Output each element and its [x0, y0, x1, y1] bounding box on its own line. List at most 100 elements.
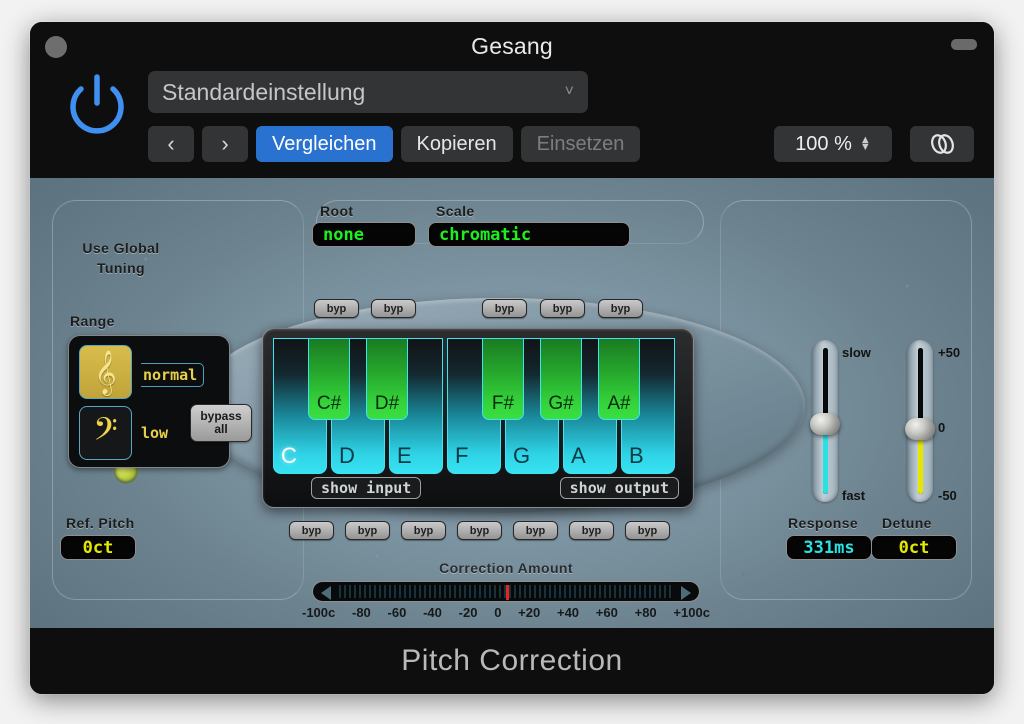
response-slider[interactable]: [810, 340, 840, 502]
preset-value: Standardeinstellung: [162, 78, 366, 105]
range-option-normal-button[interactable]: 𝄞: [79, 345, 132, 399]
key-d-sharp-label: D#: [374, 393, 400, 414]
stepper-arrows-icon: ▲ ▼: [859, 134, 871, 153]
byp-button-dsharp[interactable]: byp: [371, 299, 416, 318]
zoom-value: 100 %: [795, 132, 852, 155]
root-value[interactable]: none: [312, 222, 416, 247]
corr-tick-5: 0: [494, 605, 502, 620]
zoom-stepper[interactable]: 100 % ▲ ▼: [774, 126, 892, 162]
byp-button-asharp[interactable]: byp: [598, 299, 643, 318]
response-slider-knob[interactable]: [810, 413, 840, 435]
detune-tick-zero: 0: [938, 420, 946, 435]
preset-dropdown[interactable]: Standardeinstellung ˅: [148, 71, 588, 113]
key-d-sharp[interactable]: D#: [366, 338, 408, 420]
corr-tick-0: -100c: [302, 605, 336, 620]
key-a-sharp-label: A#: [607, 393, 631, 414]
corr-tick-2: -60: [387, 605, 407, 620]
chevron-down-icon: ˅: [564, 83, 574, 100]
key-g-sharp-label: G#: [548, 393, 574, 414]
byp-button-c[interactable]: byp: [289, 521, 334, 540]
key-f-label: F: [455, 443, 469, 468]
show-output-button[interactable]: show output: [559, 477, 679, 499]
copy-button[interactable]: Kopieren: [400, 126, 513, 162]
key-c-sharp-label: C#: [316, 393, 342, 414]
response-tick-slow: slow: [842, 345, 871, 360]
detune-slider-knob[interactable]: [905, 418, 935, 440]
root-label: Root: [320, 203, 354, 219]
title-bar: Gesang Standardeinstellung ˅ ‹ › Verglei…: [30, 22, 994, 178]
prev-preset-button[interactable]: ‹: [148, 126, 194, 162]
detune-tick-minus50: -50: [938, 488, 957, 503]
range-option-normal-label: normal: [141, 363, 205, 387]
correction-arrow-right: [681, 586, 691, 600]
detune-slider[interactable]: [905, 340, 935, 502]
transport-row: ‹ › Vergleichen Kopieren Einsetzen: [148, 126, 641, 162]
plugin-window: Gesang Standardeinstellung ˅ ‹ › Verglei…: [30, 22, 994, 694]
key-c-sharp[interactable]: C#: [308, 338, 350, 420]
bass-clef-icon: 𝄢: [93, 410, 118, 455]
corr-tick-4: -20: [458, 605, 478, 620]
key-d-label: D: [339, 443, 355, 468]
show-input-button[interactable]: show input: [311, 477, 422, 499]
scale-value[interactable]: chromatic: [428, 222, 630, 247]
ref-pitch-value[interactable]: 0ct: [60, 535, 136, 560]
byp-button-g[interactable]: byp: [513, 521, 558, 540]
plugin-body: Root none Scale chromatic Use Global Tun…: [30, 178, 994, 628]
corr-tick-10: +100c: [673, 605, 710, 620]
plugin-name: Pitch Correction: [401, 644, 623, 677]
corr-tick-3: -40: [423, 605, 442, 620]
global-tuning-label-2: Tuning: [96, 260, 145, 276]
detune-value[interactable]: 0ct: [871, 535, 957, 560]
key-f-sharp-label: F#: [491, 393, 515, 414]
key-f-sharp[interactable]: F#: [482, 338, 524, 420]
byp-button-d[interactable]: byp: [345, 521, 390, 540]
treble-clef-icon: 𝄞: [94, 349, 117, 394]
key-c-label: C: [281, 443, 297, 468]
detune-label: Detune: [882, 515, 932, 531]
corr-tick-9: +80: [634, 605, 657, 620]
byp-button-csharp[interactable]: byp: [314, 299, 359, 318]
next-preset-button[interactable]: ›: [202, 126, 248, 162]
response-label: Response: [788, 515, 859, 531]
window-title: Gesang: [471, 33, 553, 59]
correction-scale: -100c -80 -60 -40 -20 0 +20 +40 +60 +80 …: [302, 605, 710, 620]
ref-pitch-label: Ref. Pitch: [66, 515, 135, 531]
corr-tick-1: -80: [352, 605, 371, 620]
keyboard-keys: C D E F G A B C# D# F# G# A#: [273, 338, 685, 474]
paste-button[interactable]: Einsetzen: [520, 126, 641, 162]
key-g-label: G: [513, 443, 531, 468]
range-selector: 𝄞 normal 𝄢 low: [68, 335, 230, 468]
global-tuning-label-1: Use Global: [82, 240, 160, 256]
byp-button-b[interactable]: byp: [625, 521, 670, 540]
key-e-label: E: [397, 443, 412, 468]
link-icon[interactable]: [910, 126, 974, 162]
key-b-label: B: [629, 443, 644, 468]
range-label: Range: [70, 313, 115, 329]
corr-tick-6: +20: [518, 605, 541, 620]
corr-tick-7: +40: [556, 605, 580, 620]
key-g-sharp[interactable]: G#: [540, 338, 582, 420]
key-a-label: A: [571, 443, 586, 468]
note-keyboard: C D E F G A B C# D# F# G# A# show input …: [262, 328, 694, 508]
compare-button[interactable]: Vergleichen: [256, 126, 393, 162]
byp-button-e[interactable]: byp: [401, 521, 446, 540]
correction-amount-label: Correction Amount: [439, 560, 573, 576]
correction-marker: [506, 585, 509, 600]
bypass-all-label-2: all: [214, 422, 228, 436]
scale-label: Scale: [436, 203, 475, 219]
detune-tick-plus50: +50: [938, 345, 961, 360]
byp-button-fsharp[interactable]: byp: [482, 299, 527, 318]
key-a-sharp[interactable]: A#: [598, 338, 640, 420]
bypass-all-button[interactable]: bypass all: [190, 404, 252, 442]
correction-amount-meter[interactable]: [312, 581, 700, 602]
range-option-low-label: low: [141, 424, 169, 442]
response-value[interactable]: 331ms: [786, 535, 872, 560]
range-option-low-button[interactable]: 𝄢: [79, 406, 132, 460]
power-icon[interactable]: [61, 69, 133, 141]
response-tick-fast: fast: [842, 488, 866, 503]
corr-tick-8: +60: [595, 605, 618, 620]
correction-arrow-left: [321, 586, 331, 600]
byp-button-gsharp[interactable]: byp: [540, 299, 585, 318]
byp-button-f[interactable]: byp: [457, 521, 502, 540]
byp-button-a[interactable]: byp: [569, 521, 614, 540]
